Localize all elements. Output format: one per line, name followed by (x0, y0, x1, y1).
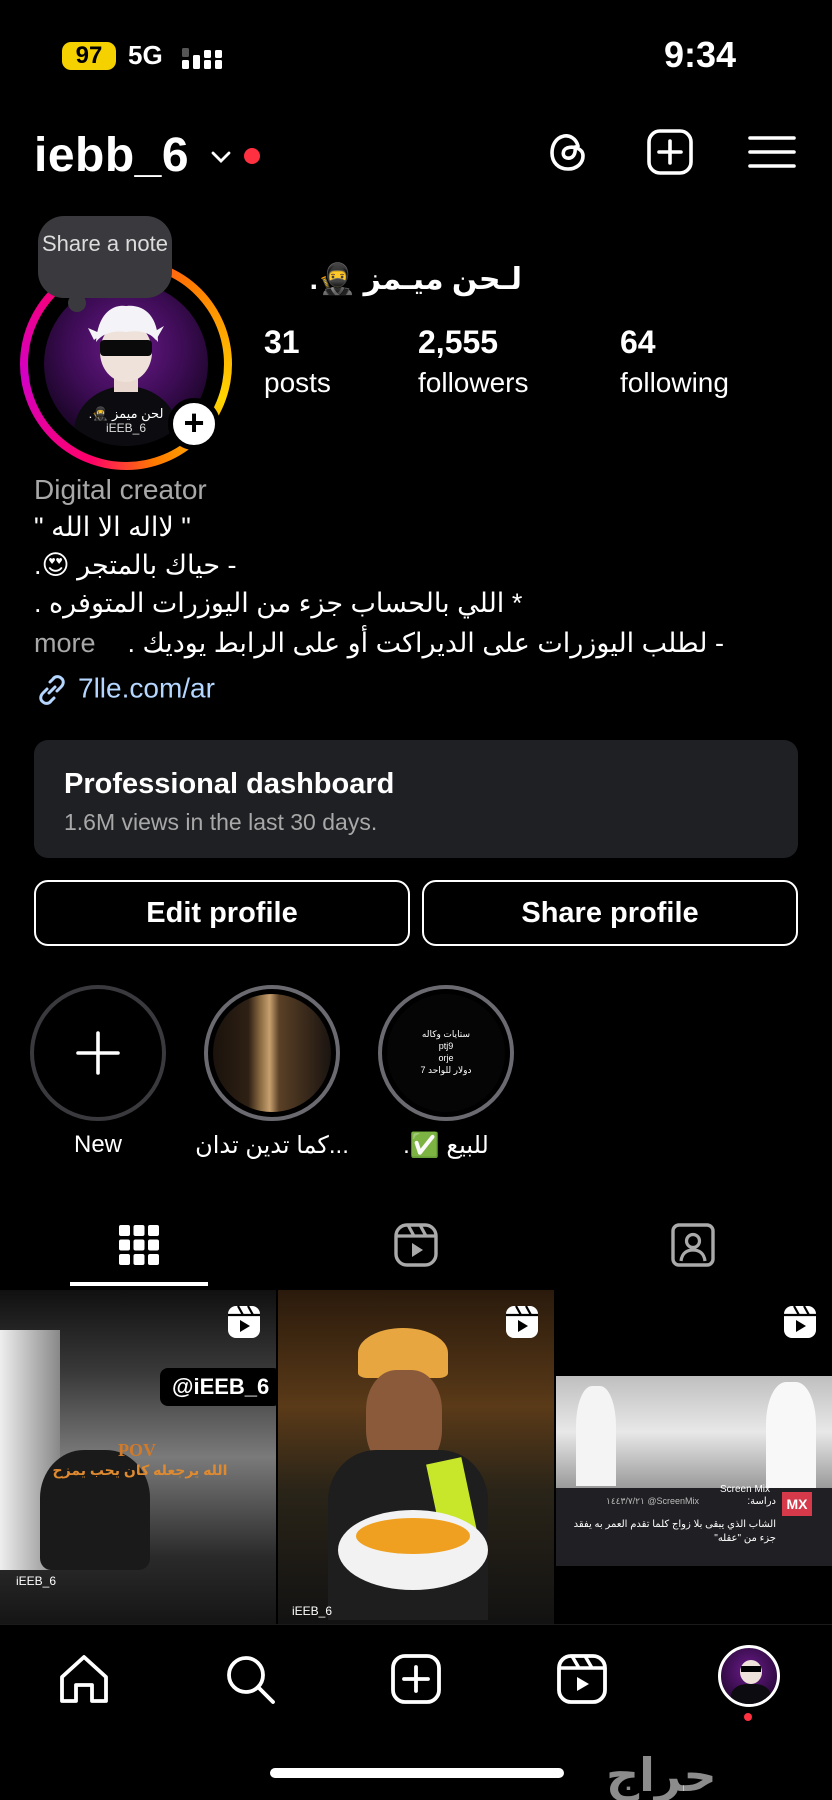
network-type: 5G (128, 40, 163, 70)
reel-icon (506, 1305, 538, 1338)
profile-tabs (0, 1200, 832, 1290)
post-caption: الشاب الذي يبقى بلا زواج كلما تقدم العمر… (573, 1519, 776, 1544)
post-thumbnail[interactable]: @iEEB_6 POV الله يرجعله كان يحب يمزح iEE… (0, 1290, 276, 1624)
share-profile-button[interactable]: Share profile (422, 880, 798, 946)
watermark: حراج (606, 1749, 717, 1800)
menu-icon[interactable] (746, 126, 798, 178)
highlight-cover-text: 7 دولار للواحد (420, 1065, 472, 1075)
bio-line: * اللي بالحساب جزء من اليوزرات المتوفره … (34, 588, 523, 618)
tab-tagged[interactable] (554, 1200, 831, 1290)
bio-line: - حياك بالمتجر 😍. (34, 550, 237, 580)
reel-icon (784, 1305, 816, 1338)
highlight-cover-text: ptj9 (438, 1041, 454, 1051)
display-name: لـحن ميـمز 🥷. (309, 263, 522, 296)
reel-icon (228, 1305, 260, 1338)
highlight-cover-text: ستايات وكاله (421, 1029, 471, 1039)
following-label: following (620, 367, 729, 398)
following-count: 64 (620, 324, 656, 360)
bio-link-text[interactable]: 7lle.com/ar (78, 672, 215, 703)
bio-line: " لااله الا الله " (34, 512, 191, 542)
grid-icon (118, 1225, 159, 1265)
chevron-down-icon[interactable] (210, 146, 232, 168)
plus-icon (76, 1031, 120, 1075)
post-study-label: دراسة: (747, 1496, 776, 1507)
post-caption: الله يرجعله كان يحب يمزح (52, 1462, 228, 1478)
post-thumbnail[interactable]: iEEB_6 (278, 1290, 554, 1624)
search-icon[interactable] (222, 1651, 278, 1707)
share-note-bubble[interactable]: Share a note (38, 216, 172, 312)
threads-icon[interactable] (542, 126, 594, 178)
bio-link[interactable]: 7lle.com/ar (34, 672, 215, 708)
highlight-item[interactable]: كما تدين تدان... (195, 985, 349, 1159)
posts-stat[interactable]: 31 posts (264, 324, 331, 399)
bio-category: Digital creator (34, 474, 207, 505)
post-overlay-tag: @iEEB_6 (160, 1368, 276, 1406)
battery-indicator: 97 (62, 42, 116, 70)
post-watermark: iEEB_6 (292, 1604, 333, 1618)
dashboard-title: Professional dashboard (64, 768, 395, 800)
home-icon[interactable] (56, 1651, 112, 1707)
highlight-new[interactable]: New (30, 985, 166, 1158)
posts-grid: @iEEB_6 POV الله يرجعله كان يحب يمزح iEE… (0, 1290, 832, 1624)
dashboard-subtitle: 1.6M views in the last 30 days. (64, 809, 378, 835)
edit-profile-button[interactable]: Edit profile (34, 880, 410, 946)
tab-reels[interactable] (277, 1200, 554, 1290)
post-watermark: iEEB_6 (16, 1574, 57, 1588)
bio-line: more - لطلب اليوزرات على الديراكت أو على… (34, 628, 724, 658)
followers-stat[interactable]: 2,555 followers (418, 324, 528, 399)
reels-icon (393, 1223, 438, 1267)
highlight-cover-text: orje (438, 1053, 454, 1063)
profile-header: iebb_6 (0, 120, 832, 190)
home-indicator[interactable] (270, 1768, 564, 1778)
active-tab-indicator (70, 1282, 208, 1286)
posts-label: posts (264, 367, 331, 398)
post-logo: MX (782, 1492, 812, 1516)
followers-count: 2,555 (418, 324, 499, 360)
following-stat[interactable]: 64 following (620, 324, 729, 399)
link-icon (39, 675, 65, 705)
create-icon[interactable] (388, 1651, 444, 1707)
clock: 9:34 (663, 34, 736, 75)
posts-count: 31 (264, 324, 300, 360)
add-story-button[interactable]: + (168, 398, 220, 450)
username[interactable]: iebb_6 (34, 128, 189, 183)
tagged-icon (670, 1223, 715, 1267)
signal-icon (182, 48, 222, 69)
post-source: Screen Mix (720, 1484, 771, 1495)
tab-grid[interactable] (0, 1200, 277, 1290)
create-icon[interactable] (644, 126, 696, 178)
notification-dot (244, 148, 260, 164)
post-title: POV (118, 1440, 156, 1460)
bio-more-link[interactable]: more (34, 628, 96, 658)
post-thumbnail[interactable]: MX Screen Mix ١٤٤٣/٧/٢١ @ScreenMix دراسة… (556, 1290, 832, 1624)
status-bar: 97 5G 9:34 (0, 0, 832, 110)
notification-dot (744, 1713, 752, 1721)
highlight-label: للبيع ✅. (403, 1132, 489, 1159)
profile-avatar[interactable] (718, 1645, 780, 1707)
professional-dashboard[interactable]: Professional dashboard 1.6M views in the… (34, 740, 798, 858)
followers-label: followers (418, 367, 529, 398)
reels-icon[interactable] (554, 1651, 610, 1707)
highlight-item[interactable]: ستايات وكاله ptj9 orje 7 دولار للواحد لل… (378, 985, 514, 1159)
